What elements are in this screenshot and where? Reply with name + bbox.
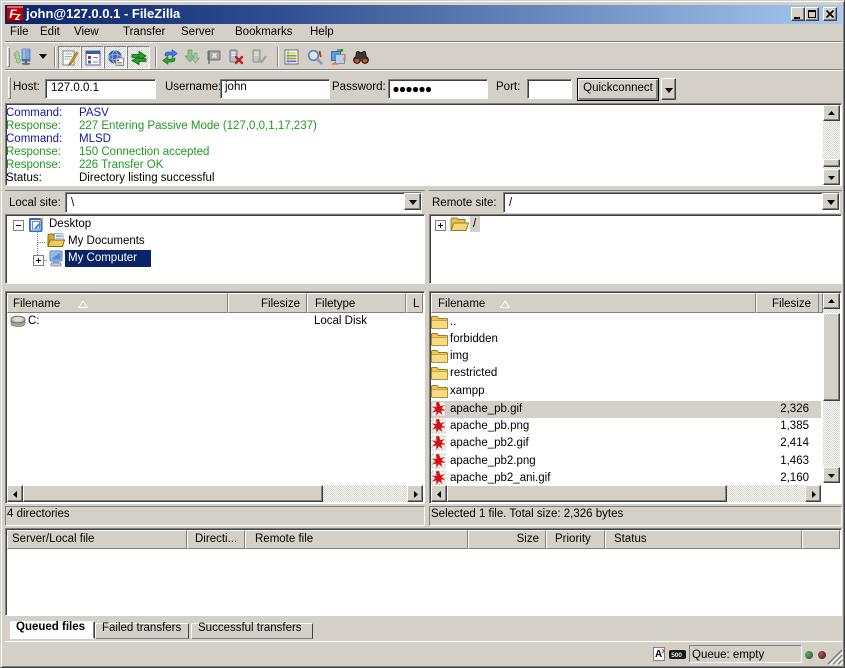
svg-text:z: z [14,11,21,22]
svg-text:A: A [655,649,662,660]
svg-text:500: 500 [671,652,682,659]
